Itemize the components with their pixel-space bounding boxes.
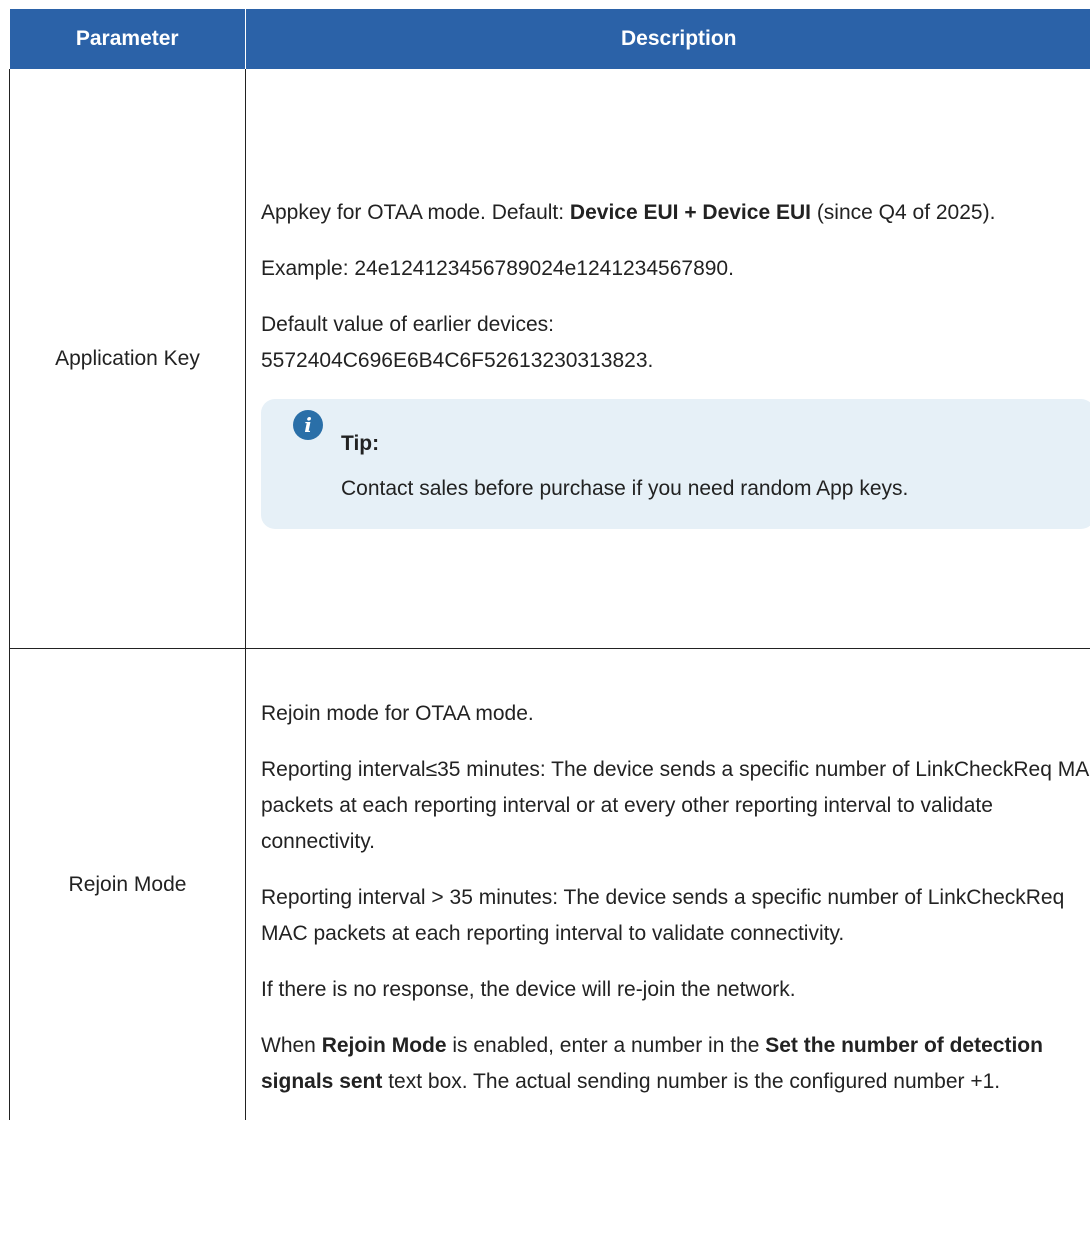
tip-title: Tip: bbox=[341, 431, 380, 455]
text: is enabled, enter a number in the bbox=[446, 1034, 766, 1057]
tip-callout: i Tip: Contact sales before purchase if … bbox=[261, 398, 1090, 529]
default-value: Device EUI + Device EUI bbox=[569, 200, 811, 224]
description-paragraph: Reporting interval≤35 minutes: The devic… bbox=[261, 758, 1090, 853]
description-paragraph: Rejoin mode for OTAA mode. bbox=[261, 702, 534, 725]
parameter-table: Parameter Description Application Key Ap… bbox=[9, 9, 1090, 1120]
text: Appkey for OTAA mode. Default: bbox=[261, 200, 570, 224]
table-row: Rejoin Mode Rejoin mode for OTAA mode. R… bbox=[9, 648, 1090, 1120]
text: Default value of earlier devices: bbox=[261, 312, 554, 336]
text: text box. The actual sending number is t… bbox=[382, 1070, 1001, 1093]
description-paragraph: Example: 24e124123456789024e124123456789… bbox=[261, 256, 734, 280]
parameter-description: Rejoin mode for OTAA mode. Reporting int… bbox=[245, 648, 1090, 1120]
text: 5572404C696E6B4C6F52613230313823. bbox=[261, 348, 654, 372]
text: (since Q4 of 2025). bbox=[810, 200, 996, 224]
column-header-description: Description bbox=[245, 9, 1090, 69]
description-paragraph: Appkey for OTAA mode. Default: Device EU… bbox=[261, 195, 1090, 231]
parameter-name: Rejoin Mode bbox=[9, 648, 246, 1120]
description-paragraph: Default value of earlier devices: 5572404… bbox=[261, 307, 1090, 379]
info-icon: i bbox=[293, 409, 323, 440]
bold-term: Rejoin Mode bbox=[321, 1034, 447, 1057]
description-paragraph: If there is no response, the device will… bbox=[261, 978, 796, 1001]
text: When bbox=[261, 1034, 322, 1057]
description-paragraph: When Rejoin Mode is enabled, enter a num… bbox=[261, 1028, 1090, 1100]
tip-body: Contact sales before purchase if you nee… bbox=[341, 476, 909, 500]
table-row: Application Key Appkey for OTAA mode. De… bbox=[9, 69, 1090, 649]
description-paragraph: Reporting interval > 35 minutes: The dev… bbox=[261, 886, 1065, 945]
column-header-parameter: Parameter bbox=[9, 9, 246, 69]
table-header-row: Parameter Description bbox=[9, 9, 1090, 69]
parameter-name: Application Key bbox=[9, 69, 246, 649]
parameter-description: Appkey for OTAA mode. Default: Device EU… bbox=[245, 69, 1090, 649]
page: Parameter Description Application Key Ap… bbox=[0, 0, 1090, 1235]
